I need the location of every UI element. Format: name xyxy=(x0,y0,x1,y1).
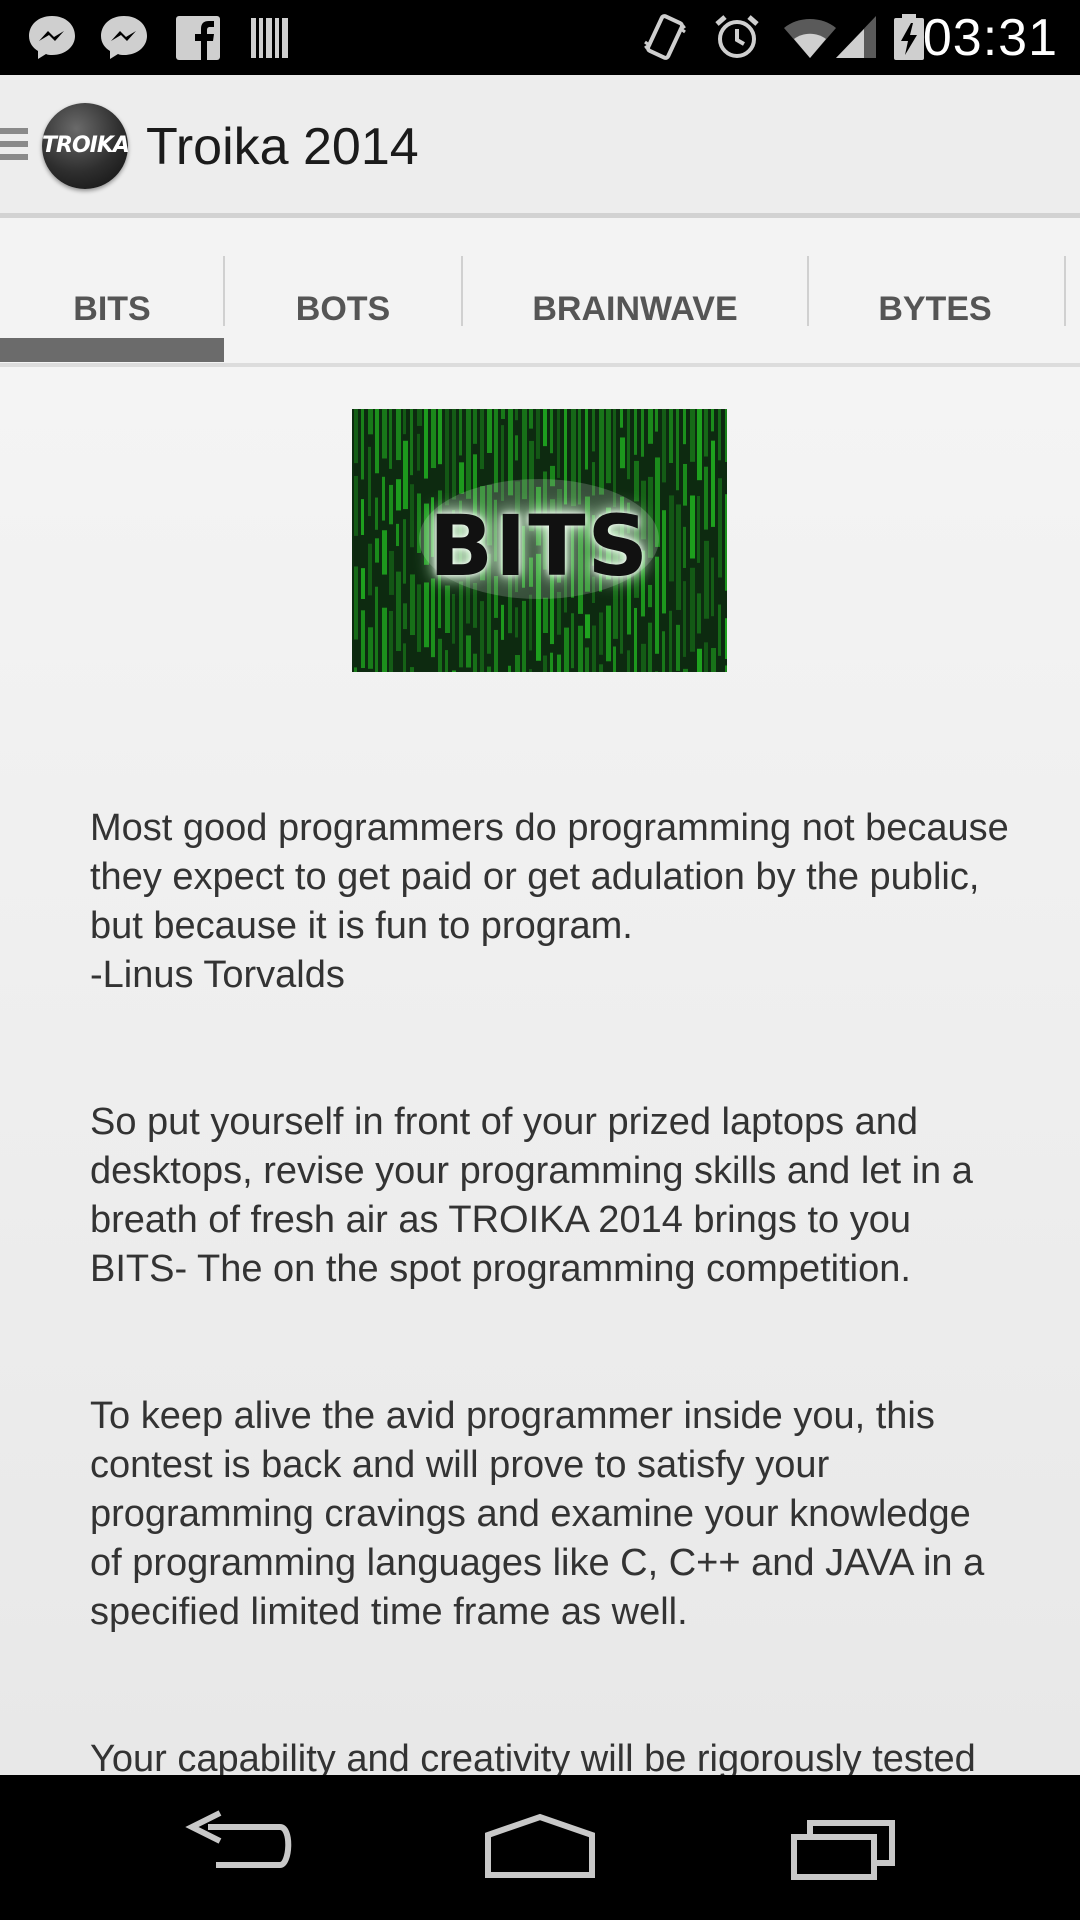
tab-bar: BITS BOTS BRAINWAVE BYTES xyxy=(0,218,1080,367)
barcode-icon xyxy=(251,18,288,58)
action-bar: TROIKA Troika 2014 xyxy=(0,75,1080,218)
clock-time: 03:31 xyxy=(922,9,1058,67)
paragraph: Your capability and creativity will be r… xyxy=(90,1738,976,1775)
tab-divider xyxy=(1064,256,1066,326)
tab-label: BOTS xyxy=(295,290,391,328)
tab-bots[interactable]: BOTS xyxy=(224,256,462,362)
battery-charging-icon xyxy=(894,14,924,60)
tab-brainwave[interactable]: BRAINWAVE xyxy=(462,256,808,362)
logo-text: TROIKA xyxy=(42,133,130,158)
recents-icon[interactable] xyxy=(784,1805,904,1895)
app-title: Troika 2014 xyxy=(146,118,419,176)
paragraph: So put yourself in front of your prized … xyxy=(90,1101,973,1290)
vibrate-icon xyxy=(644,14,686,60)
paragraph: To keep alive the avid programmer inside… xyxy=(90,1395,985,1633)
paragraph: Most good programmers do programming not… xyxy=(90,807,1009,996)
tab-bytes[interactable]: BYTES xyxy=(808,256,1062,362)
selected-tab-indicator xyxy=(0,338,224,362)
home-icon[interactable] xyxy=(480,1805,600,1895)
navigation-bar xyxy=(0,1775,1080,1920)
facebook-icon xyxy=(176,16,220,60)
tab-label: BRAINWAVE xyxy=(532,290,738,328)
signal-icon xyxy=(836,16,876,58)
wifi-icon xyxy=(784,19,836,58)
content-scroll[interactable]: BITS Most good programmers do programmin… xyxy=(0,367,1080,1775)
back-icon[interactable] xyxy=(180,1805,300,1895)
alarm-icon xyxy=(715,15,759,58)
app-logo[interactable]: TROIKA xyxy=(42,103,130,189)
status-bar: 03:31 xyxy=(0,0,1080,75)
messenger-icon xyxy=(101,16,147,59)
tab-label: BYTES xyxy=(878,290,992,328)
drawer-menu-icon[interactable] xyxy=(0,128,28,168)
bits-banner-image: BITS xyxy=(352,409,727,672)
banner-text: BITS xyxy=(428,497,651,595)
description-text: Most good programmers do programming not… xyxy=(90,755,1010,1775)
messenger-icon xyxy=(29,16,75,59)
